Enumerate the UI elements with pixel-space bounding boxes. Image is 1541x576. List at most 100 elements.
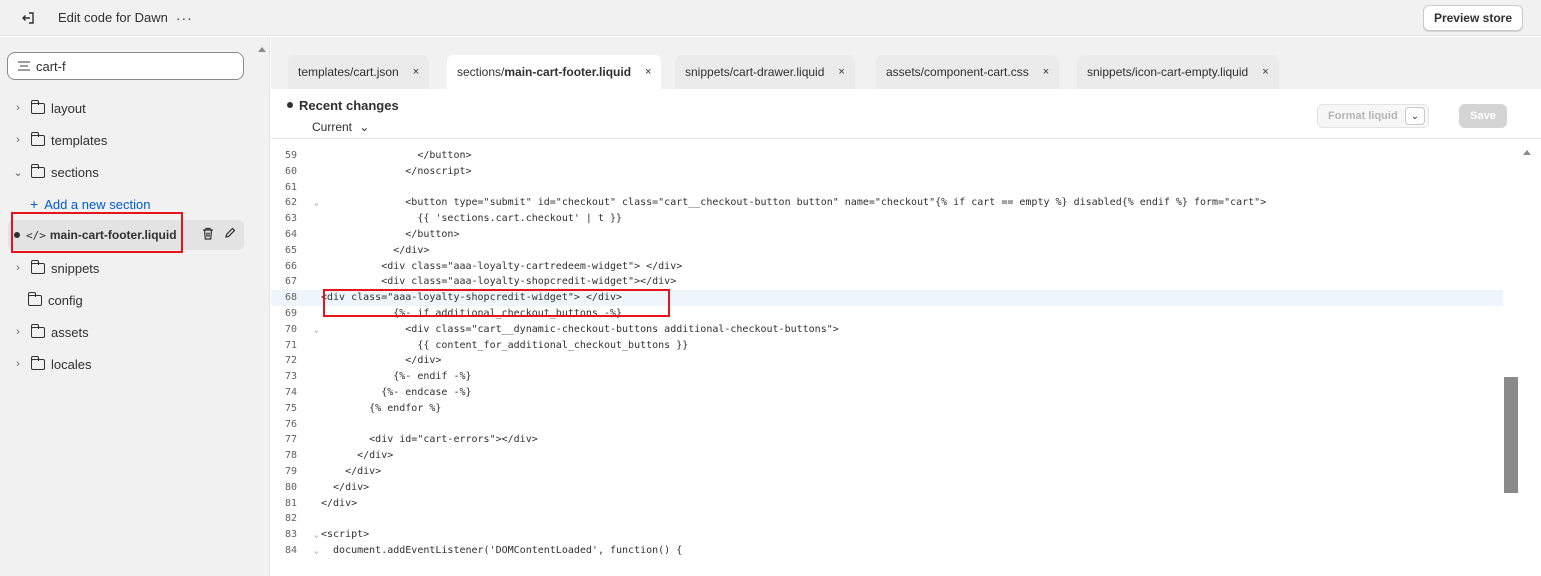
code-line[interactable]: 69 {%- if additional_checkout_buttons -%… bbox=[271, 306, 1503, 322]
code-text: <div class="cart__dynamic-checkout-butto… bbox=[321, 323, 839, 335]
code-text: <div class="aaa-loyalty-shopcredit-widge… bbox=[321, 292, 623, 304]
tab-main-cart-footer[interactable]: sections/main-cart-footer.liquid × bbox=[447, 55, 662, 89]
code-line[interactable]: 81 </div> bbox=[271, 496, 1503, 512]
code-editor[interactable]: 59 </button> 60 </noscript> 61 62 ⌄ <button … bbox=[271, 140, 1541, 576]
line-number: 74 bbox=[285, 387, 298, 398]
trash-icon[interactable] bbox=[202, 227, 214, 240]
more-actions-button[interactable]: ··· bbox=[176, 10, 193, 26]
chevron-down-icon[interactable]: ⌄ bbox=[1405, 107, 1425, 125]
code-line[interactable]: 64 </button> bbox=[271, 227, 1503, 243]
tab-cart-drawer[interactable]: snippets/cart-drawer.liquid × bbox=[675, 55, 855, 89]
line-number: 69 bbox=[285, 308, 298, 319]
close-icon[interactable]: × bbox=[838, 66, 844, 78]
folder-layout[interactable]: › layout bbox=[0, 93, 262, 123]
folder-icon bbox=[30, 323, 45, 338]
folder-locales[interactable]: › locales bbox=[0, 349, 262, 379]
line-number: 83 bbox=[285, 529, 298, 541]
code-text: <button type="submit" id="checkout" clas… bbox=[321, 197, 1267, 209]
tab-label: assets/component-cart.css bbox=[886, 65, 1029, 79]
close-icon[interactable]: × bbox=[1043, 66, 1049, 78]
chevron-down-icon: ⌄ bbox=[359, 120, 370, 134]
code-line[interactable]: 74 {%- endcase -%} bbox=[271, 385, 1503, 401]
folder-icon bbox=[27, 291, 42, 306]
preview-store-button[interactable]: Preview store bbox=[1422, 5, 1523, 31]
code-line[interactable]: 79 </div> bbox=[271, 464, 1503, 480]
fold-chevron-icon[interactable]: ⌄ bbox=[314, 543, 319, 559]
version-select[interactable]: Current ⌄ bbox=[312, 120, 369, 134]
format-liquid-button[interactable]: Format liquid ⌄ bbox=[1317, 104, 1429, 128]
code-line[interactable]: 72 </div> bbox=[271, 353, 1503, 369]
code-line[interactable]: 78 </div> bbox=[271, 448, 1503, 464]
code-line[interactable]: 63 {{ 'sections.cart.checkout' | t }} bbox=[271, 211, 1503, 227]
file-main-cart-footer[interactable]: </> main-cart-footer.liquid bbox=[8, 220, 244, 250]
tab-component-cart-css[interactable]: assets/component-cart.css × bbox=[876, 55, 1060, 89]
code-line[interactable]: 62 ⌄ <button type="submit" id="checkout" … bbox=[271, 195, 1503, 211]
folder-snippets[interactable]: › snippets bbox=[0, 253, 262, 283]
code-line[interactable]: 83 ⌄ <script> bbox=[271, 527, 1503, 543]
folder-icon bbox=[30, 131, 45, 146]
folder-config[interactable]: config bbox=[0, 285, 262, 315]
fold-chevron-icon[interactable]: ⌄ bbox=[314, 195, 319, 211]
code-line[interactable]: 70 ⌄ <div class="cart__dynamic-checkout-b… bbox=[271, 322, 1503, 338]
plus-icon: + bbox=[30, 196, 39, 212]
folder-label: locales bbox=[51, 356, 92, 372]
close-icon[interactable]: × bbox=[413, 66, 419, 78]
save-button[interactable]: Save bbox=[1459, 104, 1507, 128]
line-number: 63 bbox=[285, 213, 298, 225]
add-section-link[interactable]: + Add a new section bbox=[0, 189, 262, 219]
editor-scrollbar-thumb[interactable] bbox=[1504, 377, 1518, 493]
chevron-right-icon: › bbox=[16, 326, 20, 338]
file-actions bbox=[202, 227, 236, 240]
tab-icon-cart-empty[interactable]: snippets/icon-cart-empty.liquid × bbox=[1077, 55, 1279, 89]
exit-button[interactable] bbox=[18, 8, 38, 28]
code-text: </div> bbox=[321, 450, 394, 462]
code-line[interactable]: 65 </div> bbox=[271, 243, 1503, 259]
folder-templates[interactable]: › templates bbox=[0, 125, 262, 155]
code-line[interactable]: 75 {% endfor %} bbox=[271, 401, 1503, 417]
code-line[interactable]: 66 <div class="aaa-loyalty-cartredeem-wi… bbox=[271, 259, 1503, 275]
code-line[interactable]: 84 ⌄ document.addEventListener('DOMConten… bbox=[271, 543, 1503, 559]
code-line[interactable]: 59 </button> bbox=[271, 148, 1503, 164]
code-text: <div class="aaa-loyalty-shopcredit-widge… bbox=[321, 276, 677, 288]
line-number: 66 bbox=[285, 260, 298, 272]
code-line[interactable]: 76 bbox=[271, 417, 1503, 433]
code-text: {% endfor %} bbox=[321, 402, 442, 414]
line-number: 67 bbox=[285, 276, 298, 288]
editor-scroll-up-icon[interactable] bbox=[1523, 150, 1531, 155]
file-search[interactable] bbox=[7, 52, 244, 80]
folder-sections[interactable]: ⌄ sections bbox=[0, 157, 262, 187]
filter-icon bbox=[18, 61, 30, 71]
line-number: 61 bbox=[285, 181, 298, 193]
code-line[interactable]: 71 {{ content_for_additional_checkout_bu… bbox=[271, 338, 1503, 354]
tab-templates-cart-json[interactable]: templates/cart.json × bbox=[288, 55, 430, 89]
pencil-icon[interactable] bbox=[224, 227, 236, 239]
code-line[interactable]: 68 <div class="aaa-loyalty-shopcredit-wid… bbox=[271, 290, 1503, 306]
editor-panel: templates/cart.json × sections/main-cart… bbox=[271, 37, 1541, 576]
exit-icon bbox=[22, 11, 34, 24]
code-text: <script> bbox=[321, 529, 370, 541]
folder-label: sections bbox=[51, 164, 99, 180]
code-line[interactable]: 82 bbox=[271, 511, 1503, 527]
line-number: 72 bbox=[285, 355, 298, 367]
tab-label: snippets/cart-drawer.liquid bbox=[685, 65, 825, 79]
line-number: 71 bbox=[285, 339, 298, 351]
code-line[interactable]: 80 </div> bbox=[271, 480, 1503, 496]
sidebar-scroll-up-icon[interactable] bbox=[258, 47, 266, 52]
fold-chevron-icon[interactable]: ⌄ bbox=[314, 322, 319, 338]
file-search-input[interactable] bbox=[36, 58, 216, 74]
folder-assets[interactable]: › assets bbox=[0, 317, 262, 347]
line-number: 64 bbox=[285, 229, 298, 240]
line-number: 78 bbox=[285, 450, 298, 462]
code-line[interactable]: 73 {%- endif -%} bbox=[271, 369, 1503, 385]
folder-label: templates bbox=[51, 132, 108, 148]
code-text: </div> bbox=[321, 497, 358, 509]
code-line[interactable]: 61 bbox=[271, 180, 1503, 196]
fold-chevron-icon[interactable]: ⌄ bbox=[314, 527, 319, 543]
tab-label: main-cart-footer.liquid bbox=[504, 65, 632, 79]
close-icon[interactable]: × bbox=[1262, 66, 1268, 78]
code-line[interactable]: 77 <div id="cart-errors"></div> bbox=[271, 432, 1503, 448]
code-line[interactable]: 67 <div class="aaa-loyalty-shopcredit-wi… bbox=[271, 274, 1503, 290]
code-line[interactable]: 60 </noscript> bbox=[271, 164, 1503, 180]
close-icon[interactable]: × bbox=[645, 66, 651, 78]
code-text: </div> bbox=[321, 481, 370, 493]
